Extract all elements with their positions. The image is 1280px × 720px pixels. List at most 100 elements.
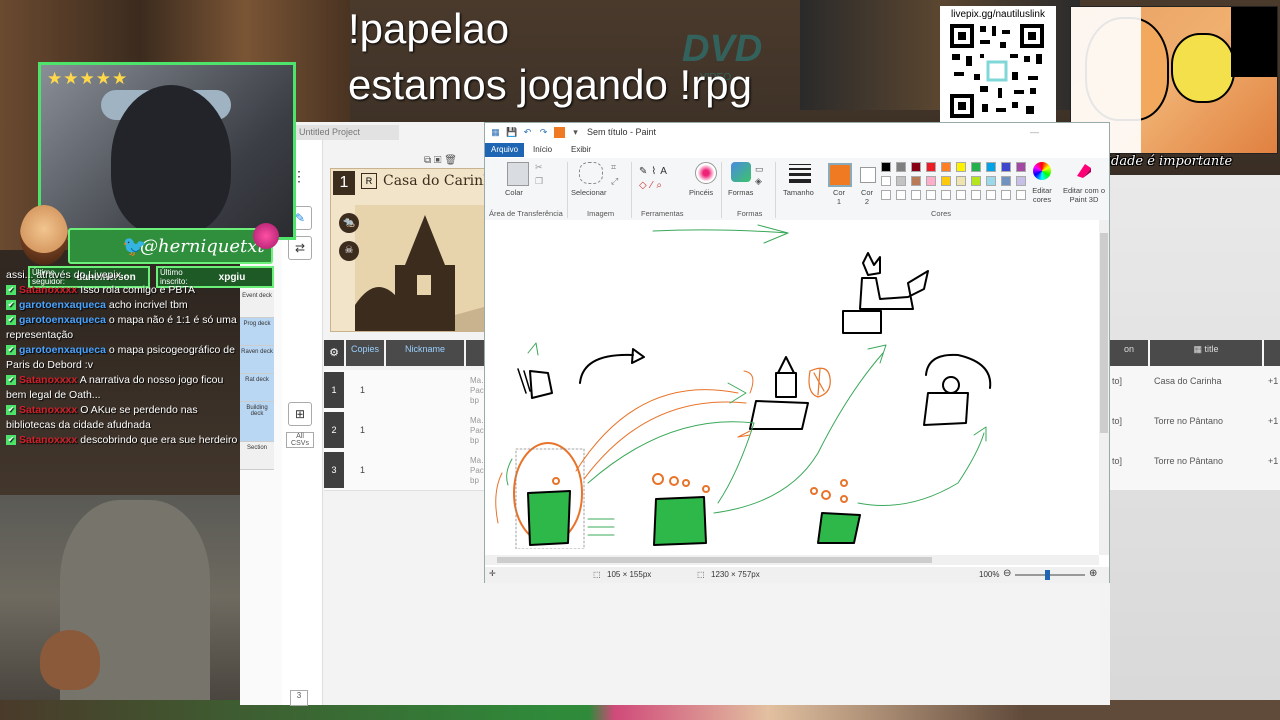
tools-icons[interactable]: ✎⌇A [639, 166, 671, 177]
brushes-label[interactable]: Pincéis [689, 188, 713, 197]
deck-item[interactable]: Section [240, 442, 274, 470]
palette-swatch[interactable] [881, 176, 891, 186]
color-quick-icon[interactable] [554, 126, 565, 138]
copies-value[interactable]: 1 [360, 425, 365, 435]
palette-swatch-empty[interactable] [941, 190, 951, 200]
palette-swatch[interactable] [881, 162, 891, 172]
deck-item[interactable]: Event deck [240, 290, 274, 318]
outline-icon[interactable]: ▭ [755, 164, 764, 175]
palette-swatch[interactable] [941, 176, 951, 186]
zoom-slider[interactable] [1015, 574, 1085, 576]
palette-swatch[interactable] [911, 176, 921, 186]
vertical-scroll-thumb[interactable] [1100, 233, 1108, 433]
shapes-icon[interactable] [731, 162, 751, 182]
card-icon-skull: ☠ [339, 241, 359, 261]
resize-icon[interactable]: ⤢ [611, 176, 618, 187]
palette-swatch[interactable] [1016, 162, 1026, 172]
size-icon[interactable] [789, 164, 811, 183]
palette-swatch[interactable] [941, 162, 951, 172]
palette-swatch-empty[interactable] [956, 190, 966, 200]
palette-swatch[interactable] [971, 176, 981, 186]
chat-text: acho incrivel tbm [108, 299, 188, 311]
palette-swatch[interactable] [956, 176, 966, 186]
color1-label[interactable]: Cor 1 [830, 188, 848, 206]
table-row[interactable] [324, 370, 484, 411]
palette-swatch[interactable] [1016, 176, 1026, 186]
table-row[interactable] [324, 410, 484, 451]
palette-swatch-empty[interactable] [1016, 190, 1026, 200]
add-csv-icon[interactable]: ⊞ [288, 402, 312, 426]
column-copies[interactable]: Copies [346, 340, 384, 366]
customize-dropdown-icon[interactable]: ▾ [570, 127, 581, 138]
palette-swatch[interactable] [971, 162, 981, 172]
palette-swatch-empty[interactable] [896, 190, 906, 200]
paint3d-label[interactable]: Editar com o Paint 3D [1061, 186, 1107, 204]
paste-label[interactable]: Colar [505, 188, 523, 197]
minimize-icon[interactable]: — [1030, 127, 1039, 137]
undo-icon[interactable]: ↶ [522, 127, 533, 138]
copies-value[interactable]: 1 [360, 385, 365, 395]
tab-exibir[interactable]: Exibir [565, 143, 597, 157]
title-cell[interactable]: Casa do Carinha [1154, 376, 1222, 386]
webcam-frame: ★★★★★ [38, 62, 296, 240]
color1-swatch[interactable] [828, 163, 852, 187]
title-cell[interactable]: Torre no Pântano [1154, 416, 1223, 426]
palette-swatch[interactable] [926, 176, 936, 186]
mascot-icon [253, 223, 279, 249]
tab-inicio[interactable]: Início [527, 143, 558, 157]
palette-swatch[interactable] [986, 176, 996, 186]
select-label[interactable]: Selecionar [571, 188, 606, 197]
edit-colors-label[interactable]: Editar cores [1027, 186, 1057, 204]
size-label[interactable]: Tamanho [783, 188, 814, 197]
color2-label[interactable]: Cor 2 [858, 188, 876, 206]
column-nickname[interactable]: Nickname [386, 340, 464, 366]
brush-icon[interactable] [695, 162, 717, 184]
settings-gear-icon[interactable]: ⚙ [324, 340, 344, 366]
palette-swatch-empty[interactable] [986, 190, 996, 200]
palette-swatch[interactable] [896, 176, 906, 186]
deck-item[interactable]: Rat deck [240, 374, 274, 402]
zoom-slider-thumb[interactable] [1045, 570, 1050, 580]
deck-item[interactable]: Prog deck [240, 318, 274, 346]
palette-swatch-empty[interactable] [881, 190, 891, 200]
palette-swatch[interactable] [1001, 162, 1011, 172]
column-title[interactable]: ▦ title [1150, 340, 1262, 366]
crop-icon[interactable]: ⌗ [611, 162, 616, 173]
copy-icon[interactable]: ❐ [535, 176, 543, 187]
palette-swatch[interactable] [926, 162, 936, 172]
color2-swatch[interactable] [860, 167, 876, 183]
select-icon[interactable] [579, 162, 603, 184]
save-icon[interactable]: 💾 [506, 127, 517, 138]
palette-swatch[interactable] [1001, 176, 1011, 186]
palette-swatch[interactable] [986, 162, 996, 172]
all-csvs-button[interactable]: All CSVs [286, 432, 314, 448]
paint3d-icon[interactable] [1075, 162, 1093, 180]
palette-swatch-empty[interactable] [911, 190, 921, 200]
column-partial-right[interactable]: on [1110, 340, 1148, 366]
page-number[interactable]: 3 [290, 690, 308, 706]
editor-tab[interactable]: Untitled Project [295, 125, 399, 140]
redo-icon[interactable]: ↷ [538, 127, 549, 138]
palette-swatch[interactable] [896, 162, 906, 172]
edit-colors-icon[interactable] [1033, 162, 1051, 180]
palette-swatch-empty[interactable] [926, 190, 936, 200]
zoom-out-icon[interactable]: ⊖ [1003, 568, 1011, 579]
shapes-label[interactable]: Formas [728, 188, 753, 197]
palette-swatch-empty[interactable] [971, 190, 981, 200]
cut-icon[interactable]: ✂ [535, 162, 543, 173]
fill-icon[interactable]: ◈ [755, 176, 762, 187]
deck-item[interactable]: Building deck [240, 402, 274, 442]
palette-swatch-empty[interactable] [1001, 190, 1011, 200]
copies-value[interactable]: 1 [360, 465, 365, 475]
tab-arquivo[interactable]: Arquivo [485, 143, 525, 157]
drawing-canvas[interactable] [488, 223, 1096, 550]
paste-icon[interactable] [507, 162, 529, 186]
tools-icons-row2[interactable]: ◇⁄⌕ [639, 180, 666, 191]
deck-item[interactable]: Raven deck [240, 346, 274, 374]
zoom-in-icon[interactable]: ⊕ [1089, 568, 1097, 579]
palette-swatch[interactable] [956, 162, 966, 172]
title-cell[interactable]: Torre no Pântano [1154, 456, 1223, 466]
horizontal-scroll-thumb[interactable] [497, 557, 932, 563]
palette-swatch[interactable] [911, 162, 921, 172]
table-row[interactable] [324, 450, 484, 491]
